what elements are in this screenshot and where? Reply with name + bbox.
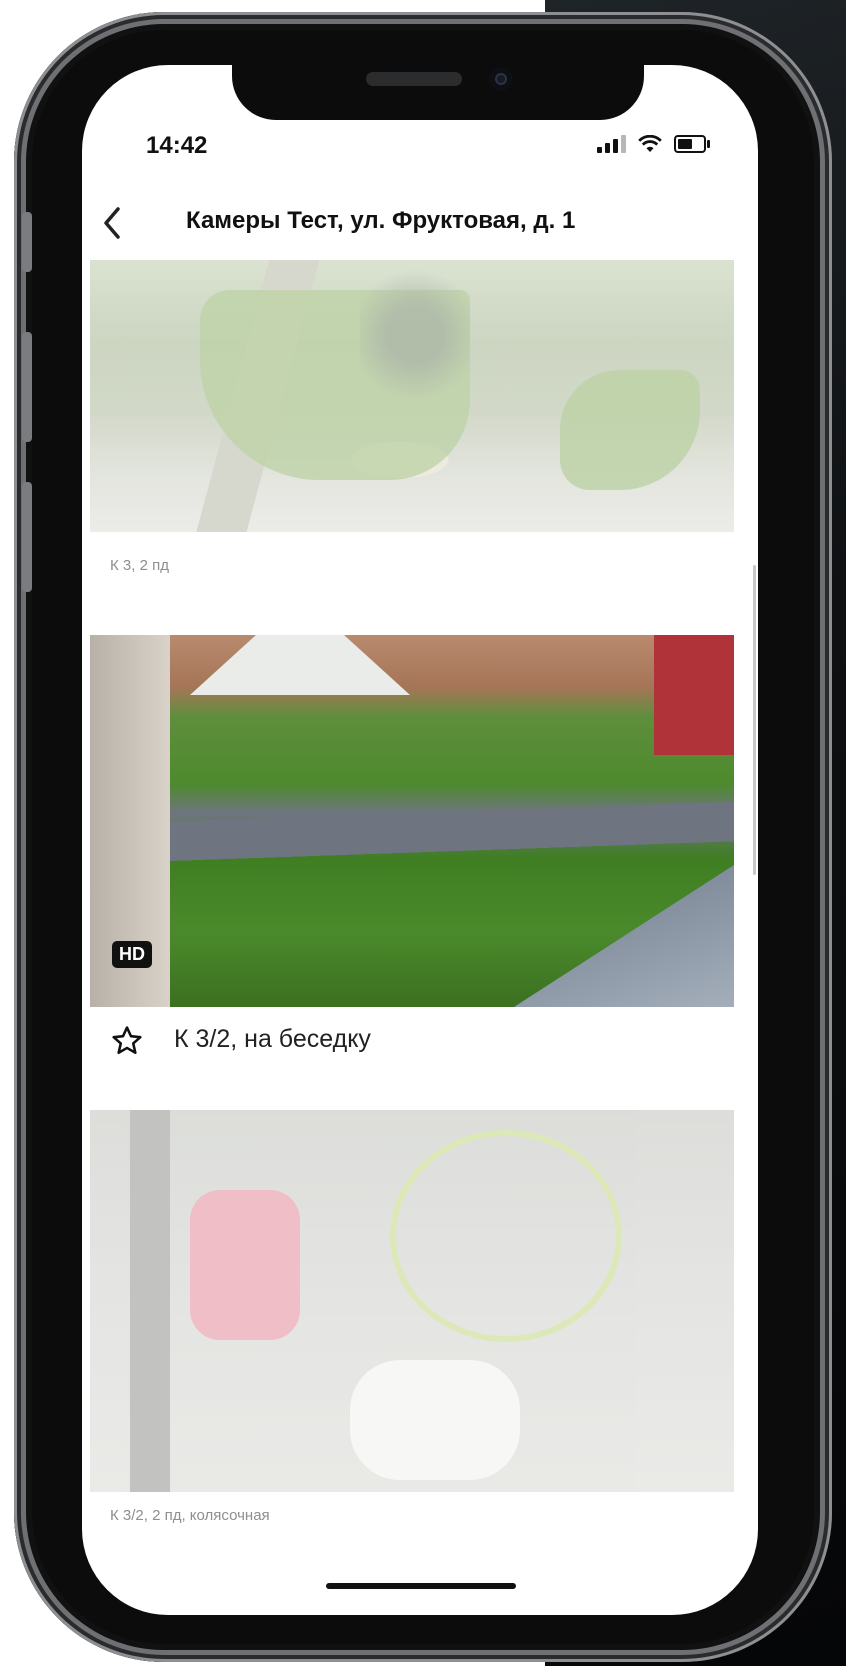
camera-feed-3[interactable] bbox=[90, 1110, 734, 1492]
status-time: 14:42 bbox=[146, 132, 208, 159]
front-camera bbox=[490, 68, 512, 90]
page-title: Камеры Тест, ул. Фруктовая, д. 1 bbox=[186, 207, 576, 234]
app-screen: 14:42 Камеры Тест, ул. Фруктовая, д. 1 К… bbox=[82, 65, 758, 1615]
volume-up-button bbox=[22, 332, 32, 442]
scroll-indicator bbox=[753, 565, 756, 875]
camera-label-2: К 3/2, на беседку bbox=[174, 1025, 371, 1053]
wifi-icon bbox=[638, 135, 662, 152]
camera-label-1: К 3, 2 пд bbox=[110, 557, 169, 574]
volume-down-button bbox=[22, 482, 32, 592]
back-button[interactable] bbox=[98, 203, 138, 243]
camera-feed-2[interactable] bbox=[90, 635, 734, 1007]
status-icons bbox=[597, 135, 710, 153]
camera-feed-1[interactable] bbox=[90, 260, 734, 532]
phone-notch bbox=[232, 58, 644, 120]
star-outline-icon[interactable] bbox=[110, 1024, 144, 1058]
chevron-left-icon bbox=[104, 207, 120, 239]
signal-icon bbox=[597, 135, 626, 153]
speaker-grille bbox=[366, 72, 462, 86]
home-indicator[interactable] bbox=[326, 1583, 516, 1589]
battery-icon bbox=[674, 135, 710, 153]
hd-badge: HD bbox=[112, 941, 152, 968]
mute-switch bbox=[22, 212, 32, 272]
camera-label-3: К 3/2, 2 пд, колясочная bbox=[110, 1507, 270, 1524]
